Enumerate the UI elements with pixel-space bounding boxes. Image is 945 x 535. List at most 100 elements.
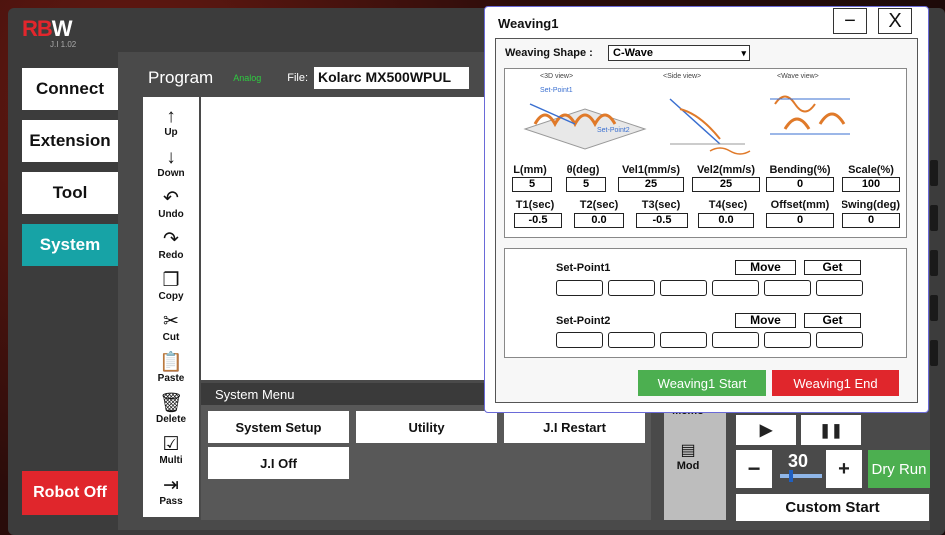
speed-minus-button[interactable]: −: [736, 450, 772, 488]
ji-restart-button[interactable]: J.I Restart: [504, 411, 645, 443]
param-label: T4(sec): [708, 199, 748, 211]
down-tool[interactable]: ↓ Down: [143, 148, 199, 180]
set-point1-get-button[interactable]: Get: [804, 260, 861, 275]
param-label: Offset(mm): [770, 199, 830, 211]
param-label: θ(deg): [566, 164, 600, 176]
pass-tool[interactable]: ⇥ Pass: [143, 475, 199, 508]
redo-tool[interactable]: ↷ Redo: [143, 229, 199, 262]
edit-toolbar: ↑ Up ↓ Down ↶ Undo ↷ Redo ❐ Copy ✂ Cut 📋 Paste …: [143, 97, 199, 517]
redo-icon: ↷: [163, 229, 179, 250]
param-t3-field[interactable]: -0.5: [636, 213, 688, 228]
view-side-label: <Side view>: [663, 73, 702, 80]
speed-plus-button[interactable]: +: [826, 450, 862, 488]
param-label: T3(sec): [641, 199, 681, 211]
view-3d-label: <3D view>: [540, 73, 574, 80]
file-name-field[interactable]: Kolarc MX500WPUL: [314, 67, 469, 89]
set-point2-marker: Set-Point2: [597, 127, 630, 134]
mod-button[interactable]: ▤ Mod: [664, 440, 712, 472]
checkbox-icon: ☑: [162, 434, 180, 455]
set-point2-move-button[interactable]: Move: [735, 313, 796, 328]
pause-button[interactable]: ❚❚: [801, 415, 861, 445]
nav-connect-button[interactable]: Connect: [22, 68, 118, 110]
set-point2-field[interactable]: [764, 332, 811, 348]
utility-button[interactable]: Utility: [356, 411, 497, 443]
dialog-title: Weaving1: [498, 16, 559, 31]
param-label: T1(sec): [515, 199, 555, 211]
param-l-field[interactable]: 5: [512, 177, 552, 192]
close-button[interactable]: X: [878, 8, 912, 34]
ji-off-button[interactable]: J.I Off: [208, 447, 349, 479]
paste-tool[interactable]: 📋 Paste: [143, 352, 199, 385]
weaving-start-button[interactable]: Weaving1 Start: [638, 370, 766, 396]
param-label: Swing(deg): [842, 199, 900, 211]
robot-off-button[interactable]: Robot Off: [22, 471, 118, 515]
set-point2-field[interactable]: [660, 332, 707, 348]
edge-tab[interactable]: [930, 295, 938, 321]
speed-slider[interactable]: [780, 470, 822, 482]
param-theta-field[interactable]: 5: [566, 177, 606, 192]
param-label: Vel1(mm/s): [621, 164, 681, 176]
nav-system-button[interactable]: System: [22, 224, 118, 266]
speed-slider-knob[interactable]: [789, 470, 793, 482]
set-point1-move-button[interactable]: Move: [735, 260, 796, 275]
param-t2-field[interactable]: 0.0: [574, 213, 624, 228]
weaving-shape-select[interactable]: C-Wave ▾: [608, 45, 750, 61]
delete-tool[interactable]: 🗑 Delete: [143, 393, 199, 426]
set-point1-field[interactable]: [764, 280, 811, 296]
program-editor-area[interactable]: [201, 97, 491, 380]
set-point2-field[interactable]: [712, 332, 759, 348]
cut-tool[interactable]: ✂ Cut: [143, 312, 199, 344]
undo-tool[interactable]: ↶ Undo: [143, 188, 199, 221]
param-label: T2(sec): [579, 199, 619, 211]
nav-extension-button[interactable]: Extension: [22, 120, 118, 162]
set-point2-field[interactable]: [556, 332, 603, 348]
nav-tool-button[interactable]: Tool: [22, 172, 118, 214]
set-point1-field[interactable]: [608, 280, 655, 296]
copy-tool[interactable]: ❐ Copy: [143, 270, 199, 303]
trash-icon: 🗑: [158, 393, 184, 414]
play-button[interactable]: ▶: [736, 415, 796, 445]
set-point1-marker: Set-Point1: [540, 87, 573, 94]
custom-start-button[interactable]: Custom Start: [736, 494, 929, 521]
undo-icon: ↶: [163, 188, 179, 209]
param-offset-field[interactable]: 0: [766, 213, 834, 228]
weaving-end-button[interactable]: Weaving1 End: [772, 370, 899, 396]
param-t4-field[interactable]: 0.0: [698, 213, 754, 228]
param-scale-field[interactable]: 100: [842, 177, 900, 192]
param-vel2-field[interactable]: 25: [692, 177, 760, 192]
arrow-up-icon: ↑: [166, 106, 176, 127]
param-label: L(mm): [513, 164, 547, 176]
minimize-button[interactable]: −: [833, 8, 867, 34]
skip-arrow-icon: ⇥: [163, 475, 179, 496]
set-point2-get-button[interactable]: Get: [804, 313, 861, 328]
param-bending-field[interactable]: 0: [766, 177, 834, 192]
analog-indicator: Analog: [233, 73, 262, 83]
clipboard-icon: 📋: [159, 352, 183, 373]
set-point1-label: Set-Point1: [556, 262, 611, 274]
set-point1-field[interactable]: [816, 280, 863, 296]
param-label: Scale(%): [848, 164, 894, 176]
system-setup-button[interactable]: System Setup: [208, 411, 349, 443]
multi-tool[interactable]: ☑ Multi: [143, 434, 199, 467]
set-point2-field[interactable]: [816, 332, 863, 348]
set-point1-field[interactable]: [556, 280, 603, 296]
set-point2-label: Set-Point2: [556, 315, 611, 327]
version-label: J.I 1.02: [50, 40, 77, 49]
param-vel1-field[interactable]: 25: [618, 177, 684, 192]
program-header: Program Analog File: Kolarc MX500WPUL: [130, 64, 500, 92]
param-t1-field[interactable]: -0.5: [514, 213, 562, 228]
edge-tab[interactable]: [930, 205, 938, 231]
set-point2-field[interactable]: [608, 332, 655, 348]
edge-tab[interactable]: [930, 340, 938, 366]
dry-run-button[interactable]: Dry Run: [868, 450, 930, 488]
param-swing-field[interactable]: 0: [842, 213, 900, 228]
speed-value: 30: [787, 450, 809, 471]
copy-icon: ❐: [162, 270, 180, 291]
edge-tab[interactable]: [930, 250, 938, 276]
program-title: Program: [148, 68, 214, 87]
up-tool[interactable]: ↑ Up: [143, 106, 199, 139]
set-point1-field[interactable]: [712, 280, 759, 296]
edge-tab[interactable]: [930, 160, 938, 186]
set-point1-field[interactable]: [660, 280, 707, 296]
document-icon: ▤: [680, 442, 696, 459]
